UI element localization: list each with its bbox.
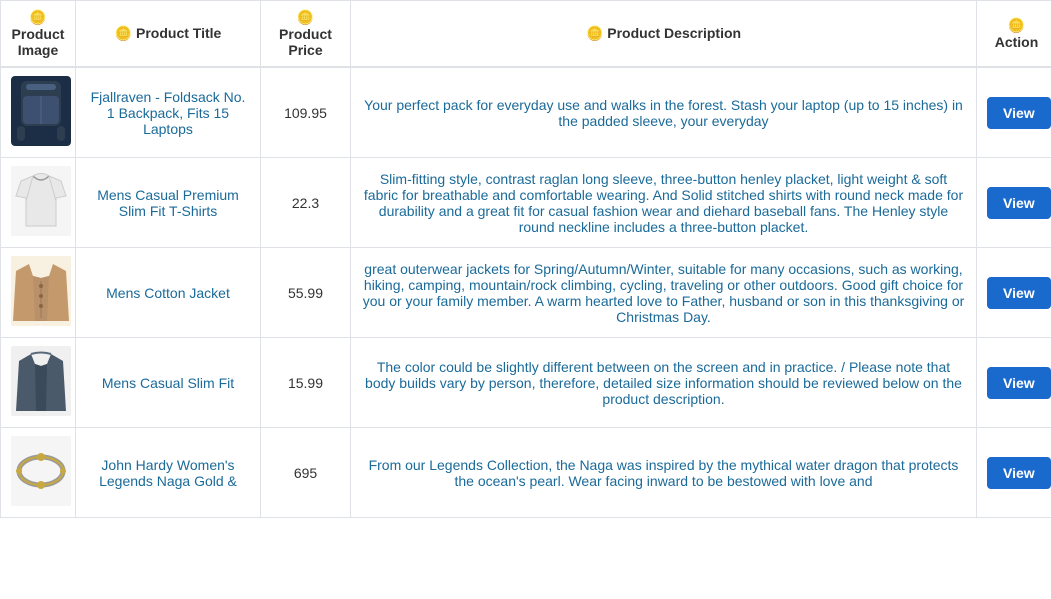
product-price-cell: 22.3: [261, 158, 351, 248]
product-image-cell: [1, 248, 76, 338]
col-header-action: 🪙 Action: [977, 1, 1051, 68]
product-description-cell: The color could be slightly different be…: [351, 338, 977, 428]
product-description-cell: great outerwear jackets for Spring/Autum…: [351, 248, 977, 338]
view-button[interactable]: View: [987, 367, 1051, 399]
view-button[interactable]: View: [987, 97, 1051, 129]
title-col-icon: 🪙: [115, 25, 132, 41]
product-title-cell: Mens Casual Slim Fit: [76, 338, 261, 428]
action-col-label: Action: [995, 34, 1039, 50]
product-action-cell: View: [977, 158, 1051, 248]
desc-col-label: Product Description: [607, 25, 741, 41]
image-col-icon: 🪙: [29, 9, 46, 25]
product-action-cell: View: [977, 338, 1051, 428]
price-col-label: Product Price: [279, 26, 332, 58]
product-image-cell: [1, 158, 76, 248]
product-price-cell: 15.99: [261, 338, 351, 428]
product-price-cell: 55.99: [261, 248, 351, 338]
product-action-cell: View: [977, 248, 1051, 338]
product-description-cell: From our Legends Collection, the Naga wa…: [351, 428, 977, 518]
desc-col-icon: 🪙: [586, 25, 603, 41]
product-action-cell: View: [977, 67, 1051, 158]
table-row: Mens Casual Slim Fit15.99The color could…: [1, 338, 1051, 428]
product-image-cell: [1, 338, 76, 428]
image-col-label: Product Image: [12, 26, 65, 58]
product-title-cell: John Hardy Women's Legends Naga Gold &: [76, 428, 261, 518]
col-header-price: 🪙 Product Price: [261, 1, 351, 68]
table-row: John Hardy Women's Legends Naga Gold &69…: [1, 428, 1051, 518]
product-title-cell: Mens Casual Premium Slim Fit T-Shirts: [76, 158, 261, 248]
action-col-icon: 🪙: [1008, 17, 1025, 33]
view-button[interactable]: View: [987, 457, 1051, 489]
product-description-cell: Slim-fitting style, contrast raglan long…: [351, 158, 977, 248]
col-header-description: 🪙 Product Description: [351, 1, 977, 68]
view-button[interactable]: View: [987, 187, 1051, 219]
table-row: Mens Casual Premium Slim Fit T-Shirts22.…: [1, 158, 1051, 248]
product-image-cell: [1, 428, 76, 518]
product-action-cell: View: [977, 428, 1051, 518]
col-header-title: 🪙 Product Title: [76, 1, 261, 68]
product-price-cell: 695: [261, 428, 351, 518]
table-row: Mens Cotton Jacket55.99great outerwear j…: [1, 248, 1051, 338]
col-header-image: 🪙 Product Image: [1, 1, 76, 68]
product-title-cell: Fjallraven - Foldsack No. 1 Backpack, Fi…: [76, 67, 261, 158]
title-col-label: Product Title: [136, 25, 221, 41]
view-button[interactable]: View: [987, 277, 1051, 309]
product-image-cell: [1, 67, 76, 158]
product-description-cell: Your perfect pack for everyday use and w…: [351, 67, 977, 158]
table-row: Fjallraven - Foldsack No. 1 Backpack, Fi…: [1, 67, 1051, 158]
price-col-icon: 🪙: [297, 9, 314, 25]
product-title-cell: Mens Cotton Jacket: [76, 248, 261, 338]
product-price-cell: 109.95: [261, 67, 351, 158]
